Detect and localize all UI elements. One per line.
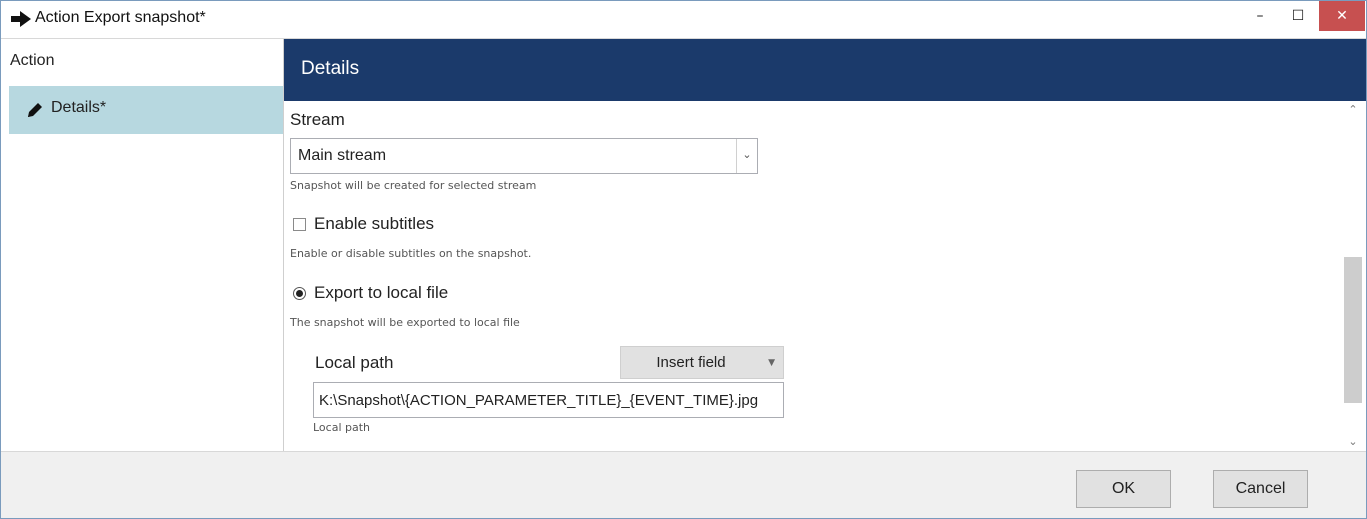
panel-header: Details xyxy=(284,39,1366,101)
local-path-input[interactable]: K:\Snapshot\{ACTION_PARAMETER_TITLE}_{EV… xyxy=(313,382,784,418)
details-form: Stream Main stream ⌄ Snapshot will be cr… xyxy=(284,101,1340,451)
stream-label: Stream xyxy=(290,110,345,129)
details-panel: Details Stream Main stream ⌄ Snapshot wi… xyxy=(284,39,1366,451)
scrollbar-thumb[interactable] xyxy=(1344,257,1362,403)
scroll-up-icon[interactable]: ⌃ xyxy=(1340,101,1366,119)
caret-down-icon: ▼ xyxy=(768,358,775,368)
window-title: Action Export snapshot* xyxy=(35,9,206,26)
scroll-down-icon[interactable]: ⌄ xyxy=(1340,433,1366,451)
vertical-scrollbar[interactable]: ⌃ ⌄ xyxy=(1340,101,1366,451)
stream-select-value: Main stream xyxy=(298,147,387,164)
insert-field-button[interactable]: Insert field ▼ xyxy=(620,346,784,379)
dialog-footer: OK Cancel xyxy=(1,451,1366,518)
export-local-label[interactable]: Export to local file xyxy=(314,283,448,303)
local-path-hint: Local path xyxy=(313,421,371,434)
chevron-down-icon[interactable]: ⌄ xyxy=(736,139,757,173)
export-local-radio[interactable] xyxy=(293,287,306,300)
close-button[interactable]: ✕ xyxy=(1319,1,1365,31)
cancel-button[interactable]: Cancel xyxy=(1213,470,1308,508)
insert-field-label: Insert field xyxy=(656,354,726,371)
title-bar[interactable]: Action Export snapshot* – ☐ ✕ xyxy=(1,1,1366,39)
stream-select[interactable]: Main stream ⌄ xyxy=(290,138,758,174)
enable-subtitles-label[interactable]: Enable subtitles xyxy=(314,214,434,234)
sidebar: Action Details* xyxy=(1,39,284,451)
export-local-hint: The snapshot will be exported to local f… xyxy=(290,316,520,329)
ok-button[interactable]: OK xyxy=(1076,470,1171,508)
arrow-right-icon xyxy=(11,11,31,27)
pencil-icon xyxy=(28,103,42,117)
minimize-icon: – xyxy=(1256,8,1264,24)
sidebar-item-details[interactable]: Details* xyxy=(9,86,283,134)
dialog-window: Action Export snapshot* – ☐ ✕ Action Det… xyxy=(0,0,1367,519)
stream-hint: Snapshot will be created for selected st… xyxy=(290,179,537,192)
radio-dot xyxy=(296,290,303,297)
local-path-value: K:\Snapshot\{ACTION_PARAMETER_TITLE}_{EV… xyxy=(319,392,759,409)
close-icon: ✕ xyxy=(1336,8,1348,24)
local-path-label: Local path xyxy=(315,353,394,372)
maximize-icon: ☐ xyxy=(1291,8,1305,24)
subtitles-hint: Enable or disable subtitles on the snaps… xyxy=(290,247,532,260)
sidebar-header: Action xyxy=(10,52,55,69)
sidebar-item-label: Details* xyxy=(51,99,107,116)
maximize-button[interactable]: ☐ xyxy=(1275,1,1321,31)
panel-title: Details xyxy=(301,58,360,79)
enable-subtitles-checkbox[interactable] xyxy=(293,218,306,231)
